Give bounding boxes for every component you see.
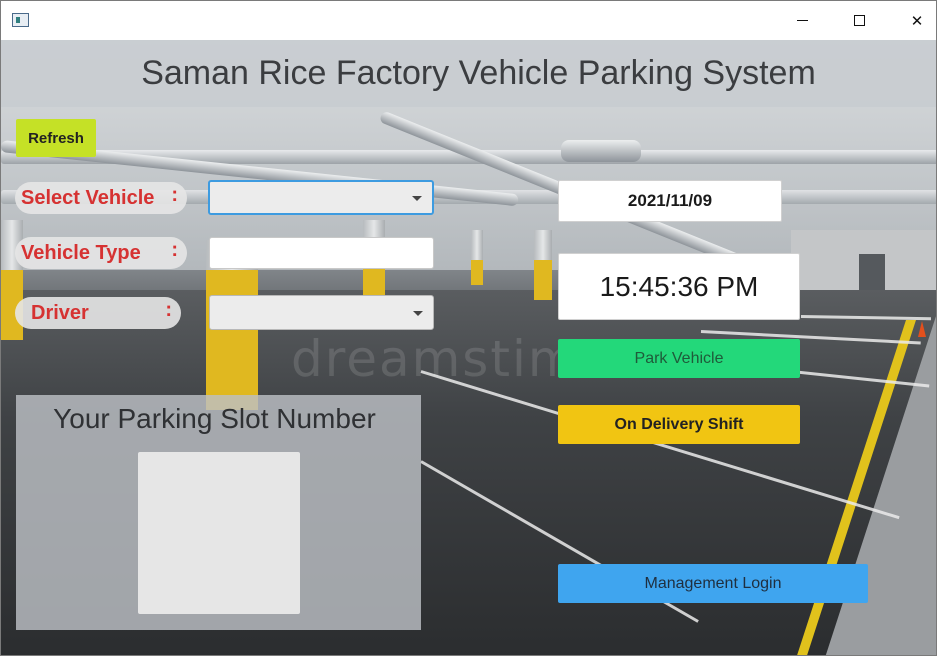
date-display: 2021/11/09	[558, 180, 782, 222]
app-window-icon	[12, 13, 29, 27]
park-vehicle-button[interactable]: Park Vehicle	[558, 339, 800, 378]
pillar	[534, 230, 552, 300]
select-vehicle-label: Select Vehicle :	[15, 182, 187, 214]
parking-garage-background: dreamstime Saman Rice Factory Vehicle Pa…	[1, 40, 936, 655]
label-colon: :	[165, 299, 172, 321]
vehicle-type-label-text: Vehicle Type	[21, 241, 141, 264]
driver-combobox[interactable]	[209, 295, 434, 330]
label-colon: :	[171, 239, 178, 261]
chevron-down-icon	[412, 195, 422, 201]
select-vehicle-combobox[interactable]	[208, 180, 434, 215]
on-delivery-shift-button[interactable]: On Delivery Shift	[558, 405, 800, 444]
chevron-down-icon	[413, 310, 423, 316]
parking-slot-number-display	[138, 452, 300, 614]
traffic-cone	[918, 321, 926, 337]
select-vehicle-label-text: Select Vehicle	[21, 186, 155, 209]
vehicle-type-field[interactable]	[209, 237, 434, 269]
parking-slot-title: Your Parking Slot Number	[53, 403, 376, 434]
app-window: ✕ dreamstime Saman Rice Factory Vehicle …	[0, 0, 937, 656]
maximize-icon	[853, 15, 865, 26]
time-display: 15:45:36 PM	[558, 253, 800, 320]
maximize-button[interactable]	[836, 1, 882, 40]
close-button[interactable]: ✕	[894, 1, 936, 40]
header-band: Saman Rice Factory Vehicle Parking Syste…	[1, 40, 936, 107]
minimize-button[interactable]	[779, 1, 825, 40]
title-bar: ✕	[1, 1, 936, 40]
vehicle-type-label: Vehicle Type :	[15, 237, 187, 269]
management-login-button[interactable]: Management Login	[558, 564, 868, 603]
minimize-icon	[796, 20, 808, 21]
refresh-button[interactable]: Refresh	[16, 119, 96, 157]
driver-label-text: Driver	[31, 301, 89, 324]
pillar	[471, 230, 483, 285]
app-title: Saman Rice Factory Vehicle Parking Syste…	[141, 54, 816, 92]
driver-label: Driver :	[15, 297, 181, 329]
close-icon: ✕	[910, 11, 924, 30]
label-colon: :	[171, 184, 178, 206]
parking-slot-panel: Your Parking Slot Number	[16, 395, 421, 630]
ceiling-pipe	[561, 140, 641, 162]
